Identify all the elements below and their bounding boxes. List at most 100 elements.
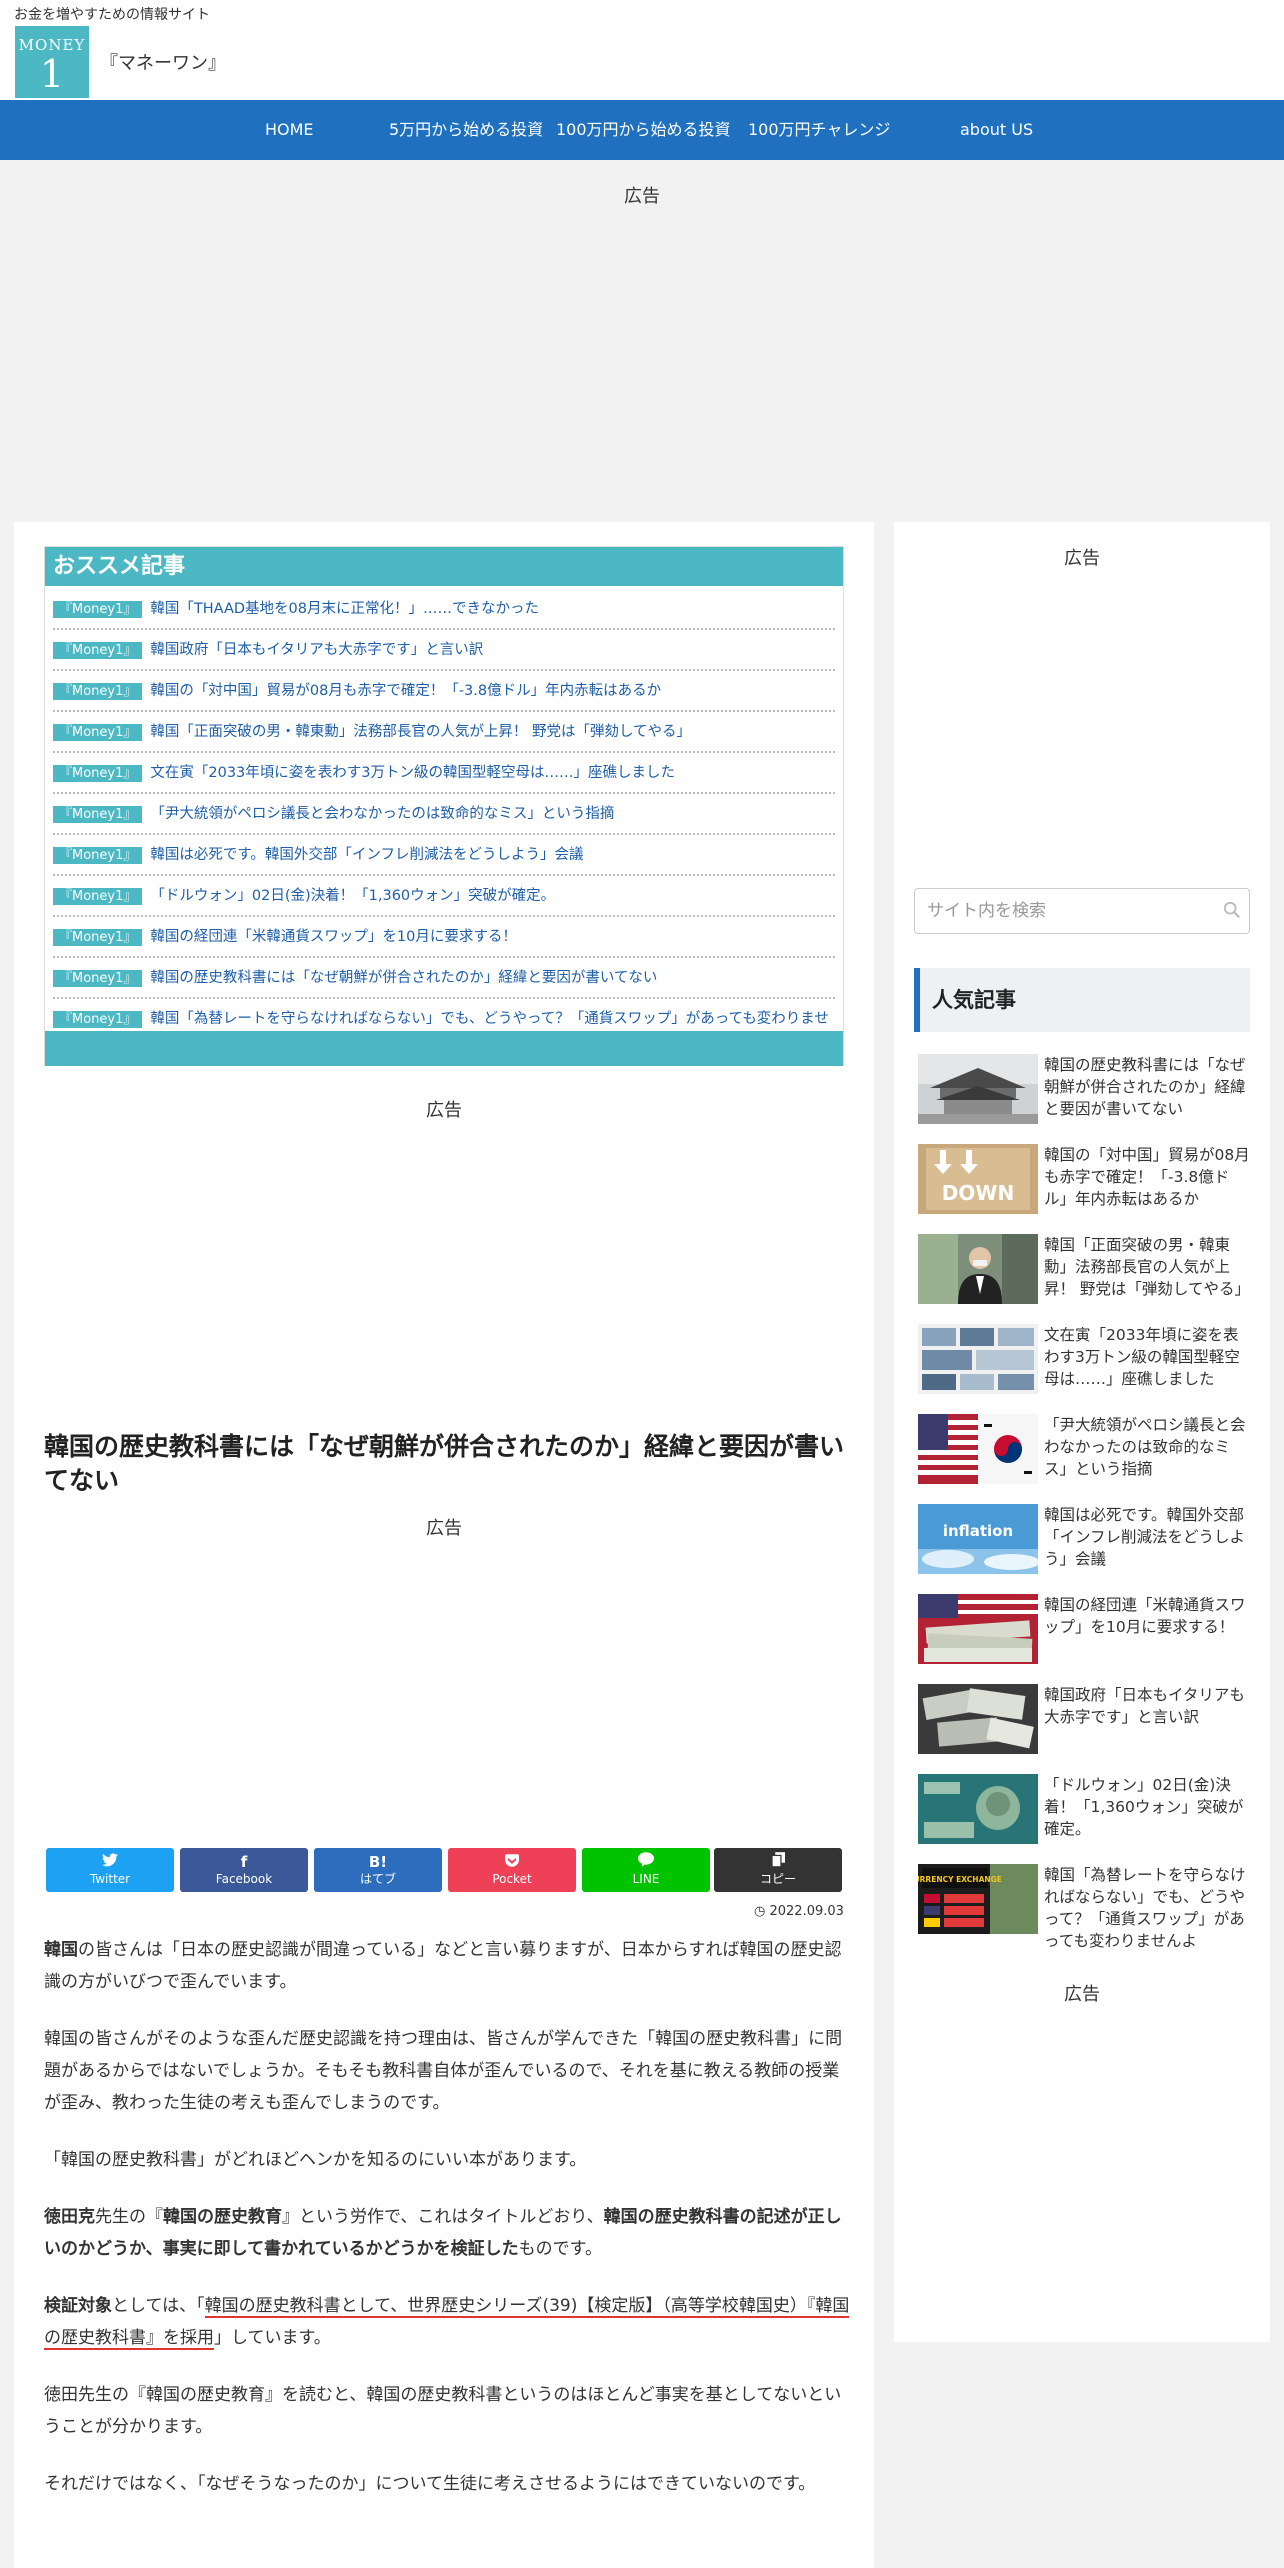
paragraph-text: 先生の『 (95, 2207, 163, 2227)
popular-thumbnail (918, 1324, 1038, 1394)
article-link[interactable]: 韓国は必死です。韓国外交部「インフレ削減法をどうしよう」会議 (150, 847, 583, 863)
article-paragraph: 徳田先生の『韓国の歴史教育』を読むと、韓国の歴史教科書というのはほとんど事実を基… (44, 2385, 842, 2437)
post-date: ◷ 2022.09.03 (754, 1904, 844, 1919)
popular-heading: 人気記事 (914, 968, 1250, 1032)
sidebar: 広告 人気記事 韓国の歴史教科書には「なぜ朝鮮が併合されたのか」経緯と要因が書い… (894, 522, 1270, 2342)
site-search (914, 888, 1250, 934)
article-link[interactable]: 韓国の経団連「米韓通貨スワップ」を10月に要求する！ (150, 929, 516, 945)
category-tag: 『Money1』 (53, 847, 143, 864)
hatena-icon: B! (368, 1853, 388, 1871)
list-item[interactable]: 『Money1』 韓国「THAAD基地を08月末に正常化！」……できなかった (53, 595, 835, 630)
category-tag: 『Money1』 (53, 888, 143, 905)
article-paragraph: 「韓国の歴史教科書」がどれほどヘンかを知るのにいい本があります。 (44, 2150, 587, 2170)
popular-thumbnail: DOWN (918, 1144, 1038, 1214)
thumbnail-text: DOWN (942, 1181, 1014, 1205)
share-hatena-button[interactable]: B! はてブ (314, 1848, 442, 1892)
article-link[interactable]: 「尹大統領がペロシ議長と会わなかったのは致命的なミス」という指摘 (150, 806, 614, 822)
popular-title: 「ドルウォン」02日(金)決着！「1,360ウォン」突破が確定。 (1044, 1776, 1244, 1838)
ad-label-sidebar-2: 広告 (1064, 1984, 1100, 2005)
list-item[interactable]: 『Money1』 「尹大統領がペロシ議長と会わなかったのは致命的なミス」という指摘 (53, 800, 835, 835)
article-link[interactable]: 文在寅「2033年頃に姿を表わす3万トン級の韓国型軽空母は……」座礁しました (150, 765, 675, 781)
list-item[interactable]: 『Money1』 韓国の歴史教科書には「なぜ朝鮮が併合されたのか」経緯と要因が書い… (53, 964, 835, 999)
list-item[interactable]: 『Money1』 文在寅「2033年頃に姿を表わす3万トン級の韓国型軽空母は……」… (53, 759, 835, 794)
list-item[interactable]: 『Money1』 韓国は必死です。韓国外交部「インフレ削減法をどうしよう」会議 (53, 841, 835, 876)
paragraph-text: 』という労作で、これはタイトルどおり、 (282, 2207, 604, 2227)
main-content: おススメ記事 『Money1』 韓国「THAAD基地を08月末に正常化！」……でき… (14, 522, 874, 2568)
share-label: Twitter (89, 1872, 131, 1886)
list-item[interactable]: 『Money1』 韓国の「対中国」貿易が08月も赤字で確定！「-3.8億ドル」年内… (53, 677, 835, 712)
bold-text: 韓国の歴史教育 (163, 2207, 282, 2227)
site-logo[interactable]: MONEY 1 (15, 26, 89, 98)
thumbnail-text: CURRENCY EXCHANGE (918, 1875, 1002, 1884)
site-header: お金を増やすための情報サイト MONEY 1 『マネーワン』 (0, 0, 1284, 100)
list-item[interactable]: 『Money1』 韓国政府「日本もイタリアも大赤字です」と言い訳 (53, 636, 835, 671)
article-body: 韓国の皆さんは「日本の歴史認識が間違っている」などと言い募りますが、日本からすれ… (44, 1934, 850, 2525)
article-link[interactable]: 韓国の歴史教科書には「なぜ朝鮮が併合されたのか」経緯と要因が書いてない (150, 970, 657, 986)
article-paragraph: 徳田克先生の『韓国の歴史教育』という労作で、これはタイトルどおり、韓国の歴史教科… (44, 2201, 850, 2265)
article-link[interactable]: 「ドルウォン」02日(金)決着！「1,360ウォン」突破が確定。 (150, 888, 555, 904)
ad-label-main-2: 広告 (426, 1518, 462, 1539)
ad-label-top: 広告 (624, 186, 660, 207)
search-icon[interactable] (1223, 901, 1243, 921)
category-tag: 『Money1』 (53, 601, 143, 618)
ad-label-main-1: 広告 (426, 1100, 462, 1121)
post-date-value: 2022.09.03 (769, 1904, 844, 1919)
share-copy-button[interactable]: コピー (714, 1848, 842, 1892)
nav-home[interactable]: HOME (265, 100, 314, 160)
list-item[interactable]: 『Money1』 「ドルウォン」02日(金)決着！「1,360ウォン」突破が確定。 (53, 882, 835, 917)
logo-number: 1 (39, 52, 65, 96)
article-paragraph: それだけではなく、「なぜそうなったのか」について生徒に考えさせるようにはできてい… (44, 2474, 816, 2494)
popular-title: 韓国の経団連「米韓通貨スワップ」を10月に要求する！ (1044, 1596, 1246, 1636)
article-link[interactable]: 韓国政府「日本もイタリアも大赤字です」と言い訳 (150, 642, 483, 658)
category-tag: 『Money1』 (53, 765, 143, 782)
paragraph-text: の皆さんは「日本の歴史認識が間違っている」などと言い募りますが、日本からすれば韓… (44, 1940, 842, 1992)
popular-title: 「尹大統領がペロシ議長と会わなかったのは致命的なミス」という指摘 (1044, 1416, 1246, 1478)
nav-1m-invest[interactable]: 100万円から始める投資 (556, 100, 731, 160)
share-label: Pocket (492, 1872, 532, 1886)
recommended-title: おススメ記事 (45, 547, 843, 586)
pocket-icon (448, 1852, 576, 1872)
article-paragraph: 韓国の皆さんは「日本の歴史認識が間違っている」などと言い募りますが、日本からすれ… (44, 1934, 850, 1998)
list-item[interactable]: 『Money1』 韓国の経団連「米韓通貨スワップ」を10月に要求する！ (53, 923, 835, 958)
share-label: Facebook (215, 1872, 273, 1886)
popular-title: 韓国「正面突破の男・韓東勳」法務部長官の人気が上昇！ 野党は「弾劾してやる」 (1044, 1236, 1250, 1298)
line-icon (582, 1852, 710, 1872)
search-input[interactable] (915, 889, 1215, 933)
nav-50k-invest[interactable]: 5万円から始める投資 (389, 100, 543, 160)
article-link[interactable]: 韓国「正面突破の男・韓東勳」法務部長官の人気が上昇！ 野党は「弾劾してやる」 (150, 724, 691, 740)
article-title: 韓国の歴史教科書には「なぜ朝鮮が併合されたのか」経緯と要因が書いてない (44, 1432, 845, 1495)
nav-1m-challenge[interactable]: 100万円チャレンジ (748, 100, 890, 160)
list-item[interactable]: 『Money1』 韓国「正面突破の男・韓東勳」法務部長官の人気が上昇！ 野党は「弾… (53, 718, 835, 753)
popular-title: 文在寅「2033年頃に姿を表わす3万トン級の韓国型軽空母は……」座礁しました (1044, 1326, 1240, 1388)
popular-thumbnail (918, 1684, 1038, 1754)
share-line-button[interactable]: LINE (582, 1848, 710, 1892)
popular-title: 韓国の歴史教科書には「なぜ朝鮮が併合されたのか」経緯と要因が書いてない (1044, 1056, 1246, 1118)
popular-thumbnail (918, 1054, 1038, 1124)
category-tag: 『Money1』 (53, 806, 143, 823)
paragraph-text: 」しています。 (214, 2328, 331, 2348)
share-label: コピー (759, 1872, 796, 1886)
global-nav: HOME 5万円から始める投資 100万円から始める投資 100万円チャレンジ … (0, 100, 1284, 160)
popular-thumbnail (918, 1774, 1038, 1844)
popular-thumbnail (918, 1234, 1038, 1304)
site-name-link[interactable]: 『マネーワン』 (100, 49, 226, 75)
share-label: はてブ (359, 1872, 396, 1886)
popular-title: 韓国の「対中国」貿易が08月も赤字で確定！「-3.8億ドル」年内赤転はあるか (1044, 1146, 1250, 1208)
article-link[interactable]: 韓国「THAAD基地を08月末に正常化！」……できなかった (150, 601, 539, 617)
thumbnail-text: inflation (943, 1522, 1013, 1540)
share-facebook-button[interactable]: f Facebook (180, 1848, 308, 1892)
popular-title: 韓国「為替レートを守らなければならない」でも、どうやって？「通貨スワップ」があっ… (1044, 1866, 1246, 1950)
paragraph-text: としては、「 (112, 2296, 205, 2316)
recommended-list: 『Money1』 韓国「THAAD基地を08月末に正常化！」……できなかった 『M… (53, 595, 835, 1068)
article-link[interactable]: 韓国の「対中国」貿易が08月も赤字で確定！「-3.8億ドル」年内赤転はあるか (150, 683, 661, 699)
ad-label-sidebar-1: 広告 (1064, 548, 1100, 569)
nav-about-us[interactable]: about US (960, 100, 1033, 160)
share-pocket-button[interactable]: Pocket (448, 1848, 576, 1892)
category-tag: 『Money1』 (53, 970, 143, 987)
share-buttons: Twitter f Facebook B! はてブ Pocket LINE コピ… (46, 1848, 842, 1892)
share-twitter-button[interactable]: Twitter (46, 1848, 174, 1892)
category-tag: 『Money1』 (53, 683, 143, 700)
paragraph-text: ものです。 (518, 2239, 602, 2259)
article-paragraph: 検証対象としては、「韓国の歴史教科書として、世界歴史シリーズ(39)【検定版】（… (44, 2290, 850, 2354)
popular-thumbnail: inflation (918, 1504, 1038, 1574)
